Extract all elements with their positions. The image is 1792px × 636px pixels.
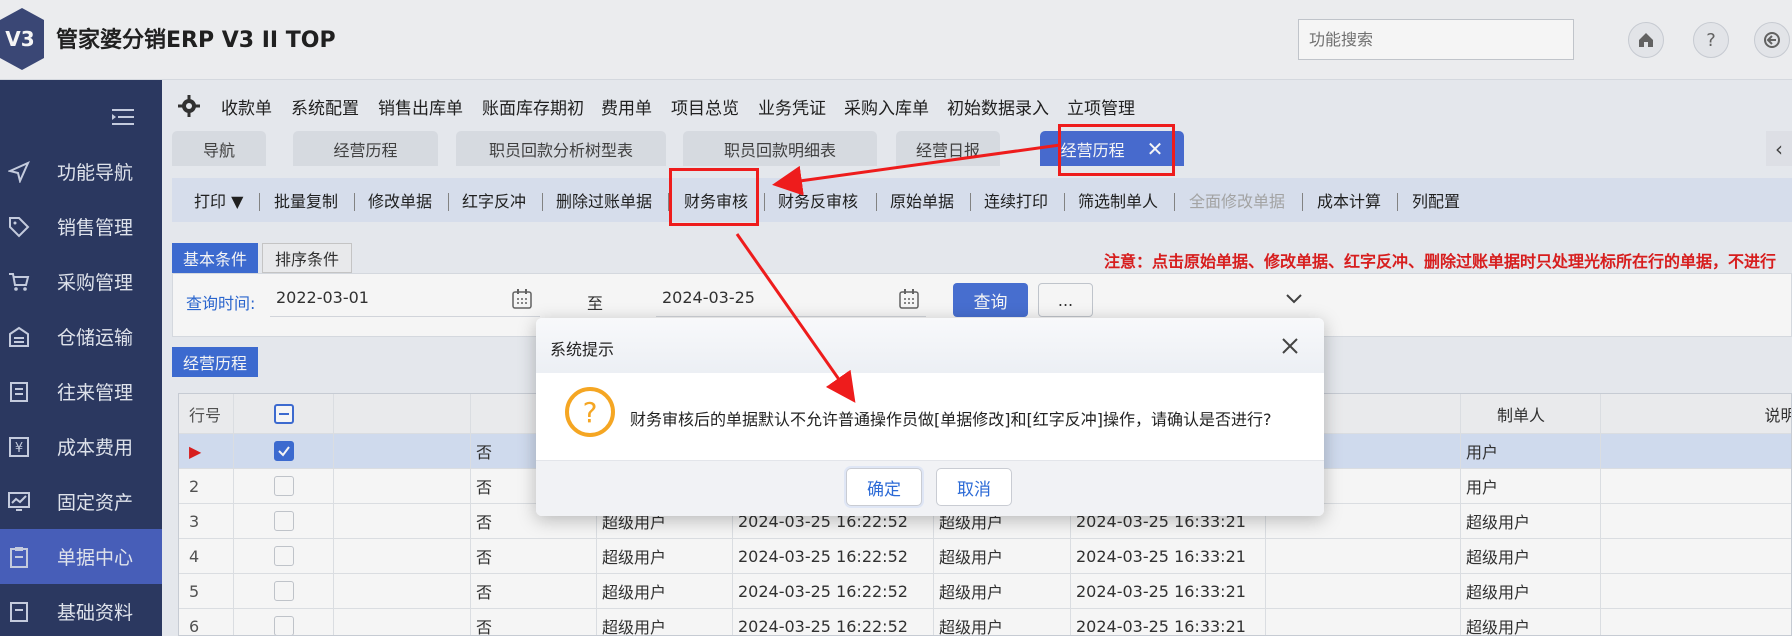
dialog-footer xyxy=(536,460,1324,516)
annotation-highlight-tab xyxy=(1058,124,1175,176)
dialog-header xyxy=(536,318,1324,373)
svg-text:?: ? xyxy=(583,396,598,429)
close-icon[interactable] xyxy=(1280,336,1300,356)
system-prompt-dialog: 系统提示 ? 财务审核后的单据默认不允许普通操作员做[单据修改]和[红字反冲]操… xyxy=(536,318,1324,516)
cancel-button[interactable]: 取消 xyxy=(936,468,1012,506)
confirm-button[interactable]: 确定 xyxy=(846,468,922,506)
dialog-title: 系统提示 xyxy=(550,340,615,359)
question-icon: ? xyxy=(565,387,615,437)
annotation-highlight-audit xyxy=(669,168,759,226)
dialog-message: 财务审核后的单据默认不允许普通操作员做[单据修改]和[红字反冲]操作，请确认是否… xyxy=(630,410,1272,429)
